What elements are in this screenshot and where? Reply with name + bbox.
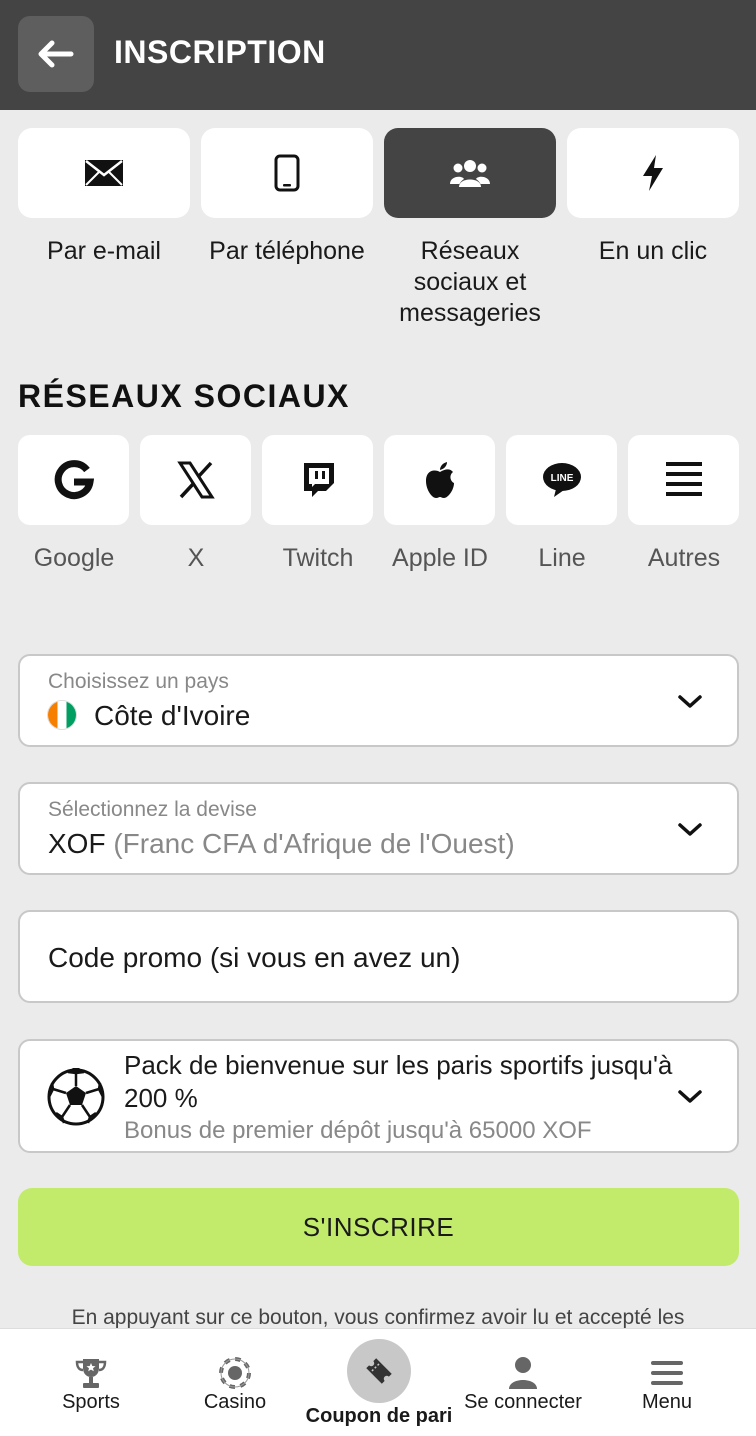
country-select-value: Côte d'Ivoire [94, 700, 251, 731]
social-google-tile[interactable] [18, 435, 129, 525]
currency-select-label: Sélectionnez la devise [48, 798, 257, 821]
bonus-select[interactable]: Pack de bienvenue sur les paris sportifs… [18, 1039, 739, 1153]
country-select-label: Choisissez un pays [48, 670, 229, 693]
method-social-tile[interactable] [384, 128, 556, 218]
nav-login[interactable]: Se connecter [448, 1329, 598, 1436]
apple-icon [425, 462, 454, 498]
social-apple-tile[interactable] [384, 435, 495, 525]
nav-sports-label: Sports [62, 1391, 120, 1413]
social-twitch-label: Twitch [282, 544, 354, 572]
social-x-label: X [187, 544, 205, 572]
twitch-icon [303, 463, 334, 497]
page-title: INSCRIPTION [114, 34, 326, 70]
back-button[interactable] [18, 16, 94, 92]
ivory-coast-flag-icon [48, 701, 76, 729]
nav-sports[interactable]: Sports [16, 1329, 166, 1436]
register-button[interactable]: S'INSCRIRE [18, 1188, 739, 1266]
soccer-ball-icon [47, 1068, 105, 1126]
nav-casino[interactable]: Casino [160, 1329, 310, 1436]
social-twitch-tile[interactable] [262, 435, 373, 525]
chevron-down-icon [678, 695, 702, 708]
nav-bet-slip-label: Coupon de pari [305, 1405, 453, 1427]
social-apple-label: Apple ID [392, 544, 488, 572]
social-section-title: RÉSEAUX SOCIAUX [18, 378, 350, 414]
user-icon [509, 1357, 537, 1389]
envelope-icon [85, 160, 123, 186]
method-oneclick-tile[interactable] [567, 128, 739, 218]
nav-bet-slip[interactable]: Coupon de pari [304, 1329, 454, 1436]
promo-code-input[interactable]: Code promo (si vous en avez un) [18, 910, 739, 1003]
menu-lines-icon [665, 462, 702, 496]
currency-name: (Franc CFA d'Afrique de l'Ouest) [113, 828, 515, 859]
social-others-tile[interactable] [628, 435, 739, 525]
social-others-label: Autres [647, 544, 721, 572]
method-email-label: Par e-mail [47, 237, 161, 265]
social-x-tile[interactable] [140, 435, 251, 525]
phone-icon [274, 154, 300, 192]
social-line-label: Line [538, 544, 586, 572]
chevron-down-icon [678, 823, 702, 836]
method-social-label: Réseaux sociaux et messageries [399, 237, 541, 327]
social-line-tile[interactable]: LINE [506, 435, 617, 525]
method-oneclick-label: En un clic [598, 237, 708, 265]
arrow-left-icon [38, 40, 74, 68]
google-icon [54, 460, 94, 500]
method-email-tile[interactable] [18, 128, 190, 218]
country-select[interactable]: Choisissez un pays Côte d'Ivoire [18, 654, 739, 747]
promo-code-placeholder: Code promo (si vous en avez un) [48, 942, 461, 973]
bottom-nav: Sports Casino Coupon de pari Se connecte… [0, 1328, 756, 1436]
social-google-label: Google [33, 544, 115, 572]
chevron-down-icon [678, 1090, 702, 1103]
nav-menu[interactable]: Menu [592, 1329, 742, 1436]
currency-code: XOF [48, 828, 106, 859]
lightning-icon [643, 155, 663, 191]
casino-chip-icon [219, 1357, 251, 1389]
method-phone-label: Par téléphone [209, 237, 365, 265]
bonus-subtitle: Bonus de premier dépôt jusqu'à 65000 XOF [124, 1117, 592, 1144]
nav-casino-label: Casino [203, 1391, 267, 1413]
users-icon [450, 160, 490, 187]
app-header: INSCRIPTION [0, 0, 756, 110]
trophy-icon [75, 1359, 107, 1388]
x-icon [176, 461, 215, 499]
terms-text: En appuyant sur ce bouton, vous confirme… [71, 1306, 685, 1329]
ticket-icon [366, 1358, 392, 1384]
bonus-title: Pack de bienvenue sur les paris sportifs… [124, 1050, 673, 1113]
nav-login-label: Se connecter [464, 1391, 582, 1413]
nav-menu-label: Menu [641, 1391, 693, 1413]
line-icon: LINE [542, 463, 581, 497]
currency-select[interactable]: Sélectionnez la devise XOF (Franc CFA d'… [18, 782, 739, 875]
svg-text:LINE: LINE [550, 473, 573, 484]
method-phone-tile[interactable] [201, 128, 373, 218]
hamburger-icon [651, 1361, 683, 1385]
